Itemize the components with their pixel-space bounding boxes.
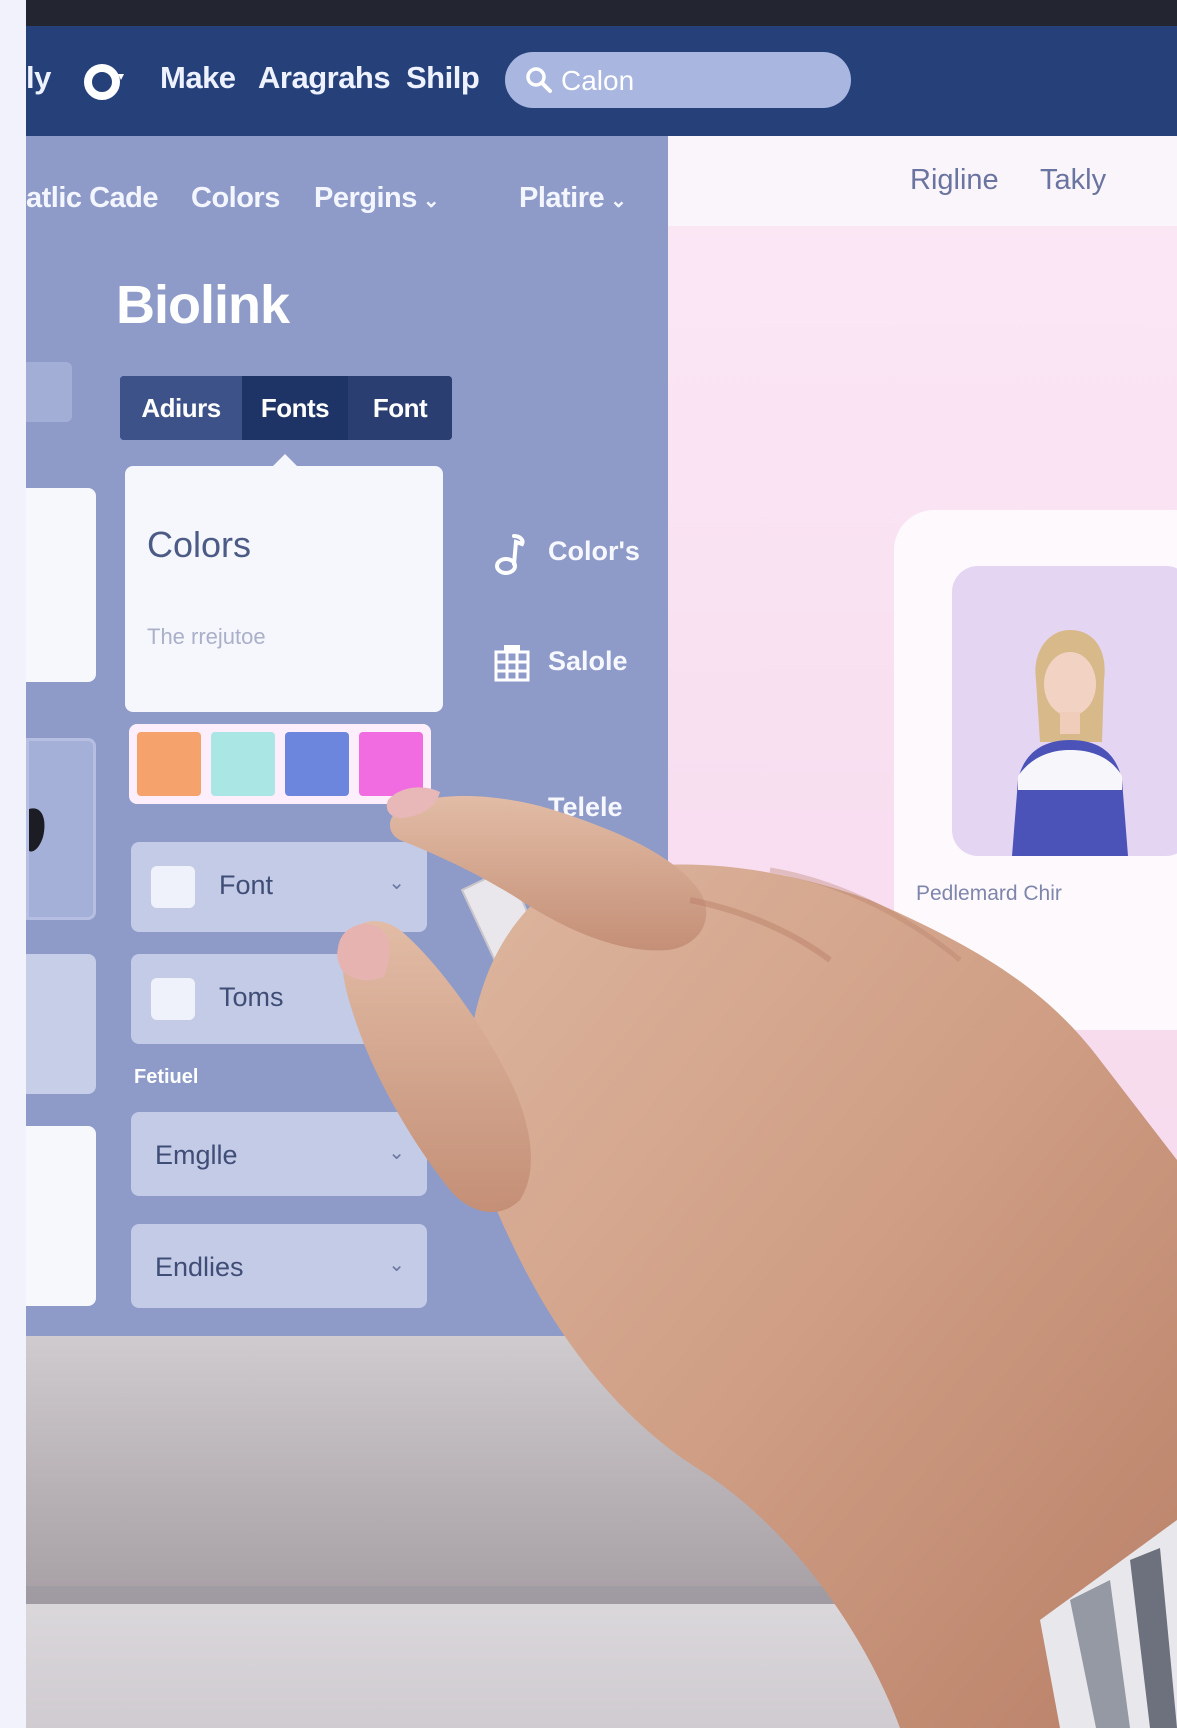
subnav-pergins-label: Pergins bbox=[314, 182, 417, 214]
toms-field[interactable]: Toms bbox=[131, 954, 427, 1044]
nav-item-aragrahs[interactable]: Aragrahs bbox=[258, 60, 391, 96]
select-emglle[interactable]: Emglle ⌄ bbox=[131, 1112, 427, 1196]
subnav-item-pergins[interactable]: Pergins ⌄ bbox=[314, 182, 440, 215]
nav-item-make[interactable]: Make bbox=[160, 60, 236, 96]
logo-icon[interactable] bbox=[82, 60, 126, 104]
grid-icon bbox=[494, 645, 530, 682]
color-swatch-cyan[interactable] bbox=[211, 732, 275, 796]
profile-card[interactable]: Pedlemard Chir bbox=[894, 510, 1177, 1030]
select-emglle-value: Emglle bbox=[155, 1140, 238, 1170]
profile-photo bbox=[952, 566, 1177, 856]
desk-surface bbox=[26, 1586, 1177, 1728]
side-action-salole-label: Salole bbox=[548, 646, 628, 676]
tab-font[interactable]: Font bbox=[348, 376, 452, 440]
background-left bbox=[0, 0, 26, 1728]
side-action-colors-label: Color's bbox=[548, 536, 640, 566]
monitor-chin bbox=[26, 1336, 1177, 1586]
color-swatch-orange[interactable] bbox=[137, 732, 201, 796]
chevron-down-icon: ⌄ bbox=[388, 872, 405, 894]
side-card[interactable] bbox=[26, 954, 96, 1094]
font-field-label: Font bbox=[219, 870, 274, 900]
subnav-item-platire[interactable]: Platire ⌄ bbox=[519, 182, 627, 215]
monitor-top-edge bbox=[26, 0, 1177, 26]
select-endlies[interactable]: Endlies ⌄ bbox=[131, 1224, 427, 1308]
toms-field-label: Toms bbox=[219, 982, 284, 1012]
monitor-stand-edge bbox=[26, 1586, 1177, 1604]
editor-panel: atlic Cade Colors Pergins ⌄ Platire ⌄ Biol… bbox=[26, 136, 668, 1336]
colors-card-subtitle: The rrejutoe bbox=[147, 624, 266, 649]
chevron-down-icon: ⌄ bbox=[388, 1142, 405, 1164]
side-action-telele[interactable]: Telele bbox=[492, 788, 652, 834]
tab-fonts[interactable]: Fonts bbox=[242, 376, 348, 440]
colors-card-title: Colors bbox=[147, 524, 252, 565]
preview-tab-rigline[interactable]: Rigline bbox=[910, 164, 999, 197]
popover-caret bbox=[271, 454, 299, 468]
side-action-colors[interactable]: Color's bbox=[492, 532, 652, 578]
monitor-screen: ly Make Aragrahs Shilp Calon atlic Cade … bbox=[26, 26, 1177, 1336]
page: ly Make Aragrahs Shilp Calon atlic Cade … bbox=[0, 0, 1177, 1728]
page-title: Biolink bbox=[116, 275, 290, 335]
font-field[interactable]: Font ⌄ bbox=[131, 842, 427, 932]
checkbox[interactable] bbox=[151, 866, 195, 908]
subnav-item-code[interactable]: atlic Cade bbox=[26, 182, 159, 215]
music-note-icon bbox=[495, 534, 525, 575]
profile-name: Pedlemard Chir bbox=[916, 882, 1062, 905]
side-chip[interactable] bbox=[26, 362, 72, 422]
top-navbar: ly Make Aragrahs Shilp Calon bbox=[26, 26, 1177, 136]
search-value: Calon bbox=[561, 65, 635, 96]
nav-item-ly[interactable]: ly bbox=[26, 60, 51, 96]
chevron-down-icon: ⌄ bbox=[422, 190, 440, 212]
apple-icon bbox=[29, 808, 45, 852]
side-action-telele-label: Telele bbox=[548, 792, 623, 822]
preview-header: Rigline Takly bbox=[668, 136, 1177, 226]
search-icon bbox=[526, 67, 552, 93]
side-card[interactable] bbox=[26, 738, 96, 920]
checkbox[interactable] bbox=[151, 978, 195, 1020]
subnav-item-colors[interactable]: Colors bbox=[191, 182, 280, 215]
colors-card[interactable]: Colors The rrejutoe bbox=[125, 454, 443, 712]
tab-bar: Adiurs Fonts Font bbox=[120, 376, 452, 440]
tab-adiurs[interactable]: Adiurs bbox=[120, 376, 242, 440]
side-card[interactable] bbox=[26, 1126, 96, 1306]
nav-item-shilp[interactable]: Shilp bbox=[406, 60, 480, 96]
side-action-salole[interactable]: Salole bbox=[492, 642, 652, 688]
color-swatch-blue[interactable] bbox=[285, 732, 349, 796]
link-icon bbox=[496, 804, 528, 816]
preview-panel: Rigline Takly Pedlemard Chir bbox=[668, 136, 1177, 1336]
search-input[interactable]: Calon bbox=[505, 52, 851, 108]
preview-tab-takly[interactable]: Takly bbox=[1040, 164, 1106, 197]
section-label: Fetiuel bbox=[134, 1066, 199, 1088]
chevron-down-icon: ⌄ bbox=[610, 190, 627, 212]
side-card[interactable] bbox=[26, 488, 96, 682]
color-swatch-row bbox=[129, 724, 431, 804]
chevron-down-icon: ⌄ bbox=[388, 1254, 405, 1276]
person-avatar bbox=[1012, 630, 1128, 856]
color-swatch-pink[interactable] bbox=[359, 732, 423, 796]
select-endlies-value: Endlies bbox=[155, 1252, 244, 1282]
subnav-platire-label: Platire bbox=[519, 182, 605, 214]
